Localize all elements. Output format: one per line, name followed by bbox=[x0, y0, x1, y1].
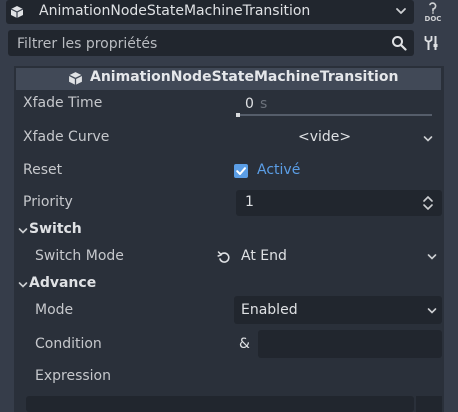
doc-help-icon[interactable]: DOC bbox=[420, 2, 446, 24]
node-cube-icon bbox=[68, 72, 83, 85]
search-icon bbox=[392, 36, 407, 51]
condition-input[interactable] bbox=[258, 330, 442, 358]
reset-checkbox-label[interactable]: Activé bbox=[257, 162, 300, 178]
revert-icon[interactable] bbox=[217, 250, 231, 264]
advance-mode-label: Mode bbox=[35, 302, 74, 318]
expression-label: Expression bbox=[35, 368, 111, 384]
section-advance-title[interactable]: Advance bbox=[29, 275, 96, 291]
xfade-time-value: 0 bbox=[245, 96, 254, 112]
switch-mode-value: At End bbox=[241, 248, 287, 264]
condition-prefix: & bbox=[239, 336, 250, 352]
object-name: AnimationNodeStateMachineTransition bbox=[39, 3, 311, 19]
check-icon bbox=[236, 167, 246, 175]
chevron-down-icon[interactable] bbox=[393, 3, 409, 19]
xfade-curve-value: <vide> bbox=[298, 129, 352, 145]
tools-icon[interactable] bbox=[424, 35, 440, 51]
expression-editor[interactable] bbox=[26, 396, 414, 412]
slider-track bbox=[236, 114, 432, 116]
chevron-down-icon[interactable] bbox=[17, 279, 29, 291]
spinner-arrows-icon[interactable] bbox=[421, 194, 435, 212]
doc-label: DOC bbox=[425, 15, 442, 23]
chevron-down-icon bbox=[427, 254, 437, 260]
xfade-time-unit: s bbox=[260, 96, 268, 112]
inspector-panel bbox=[14, 66, 444, 412]
priority-value: 1 bbox=[245, 194, 254, 210]
slider-grabber[interactable] bbox=[236, 113, 240, 117]
chevron-down-icon bbox=[423, 136, 433, 142]
xfade-time-label: Xfade Time bbox=[23, 95, 103, 111]
priority-spinbox[interactable] bbox=[236, 190, 442, 216]
inspector-title: AnimationNodeStateMachineTransition bbox=[90, 69, 399, 85]
reset-checkbox[interactable] bbox=[234, 164, 248, 178]
xfade-curve-label: Xfade Curve bbox=[23, 129, 110, 145]
filter-input[interactable] bbox=[17, 35, 377, 53]
priority-label: Priority bbox=[23, 194, 73, 210]
advance-mode-value: Enabled bbox=[241, 302, 298, 318]
section-switch-title[interactable]: Switch bbox=[29, 221, 82, 237]
chevron-down-icon bbox=[427, 308, 437, 314]
chevron-down-icon[interactable] bbox=[17, 225, 29, 237]
condition-label: Condition bbox=[35, 336, 102, 352]
node-cube-icon bbox=[10, 6, 24, 18]
reset-label: Reset bbox=[23, 162, 63, 178]
switch-mode-label: Switch Mode bbox=[35, 248, 124, 264]
expression-expand-button[interactable] bbox=[416, 396, 442, 412]
